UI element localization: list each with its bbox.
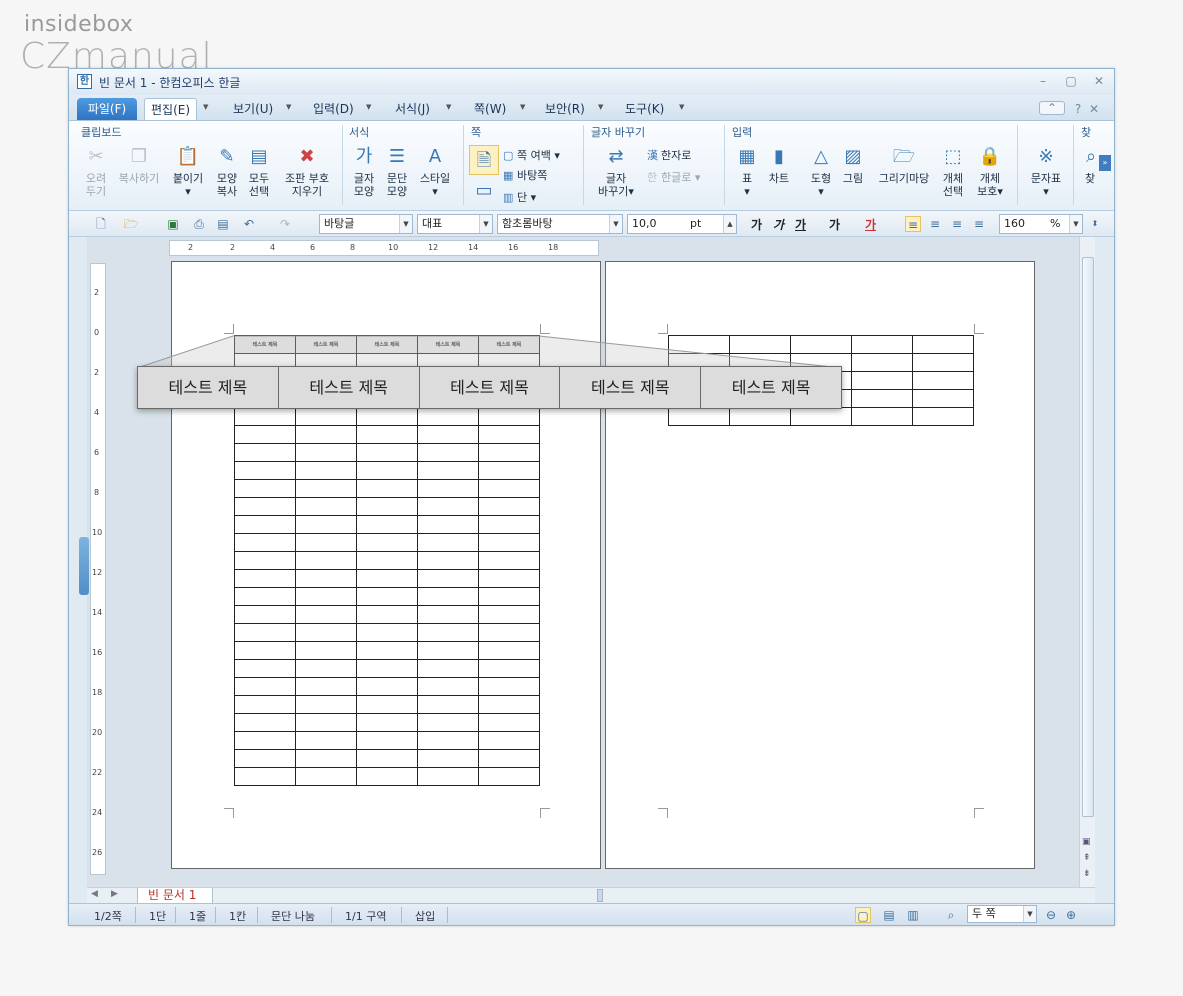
zoom-callout-lines	[136, 335, 843, 369]
zoom-header-cell: 테스트 제목	[138, 367, 279, 408]
zoom-header-cell: 테스트 제목	[279, 367, 420, 408]
zoom-callout: 테스트 제목 테스트 제목 테스트 제목 테스트 제목 테스트 제목	[137, 366, 842, 409]
zoom-header-cell: 테스트 제목	[560, 367, 702, 408]
zoom-header-cell: 테스트 제목	[731, 378, 811, 397]
zoom-header-cell: 테스트 제목	[420, 367, 561, 408]
screenshot-stage: insidebox CZmanual 한 빈 문서 1 - 한컴오피스 한글 –…	[0, 0, 1183, 996]
